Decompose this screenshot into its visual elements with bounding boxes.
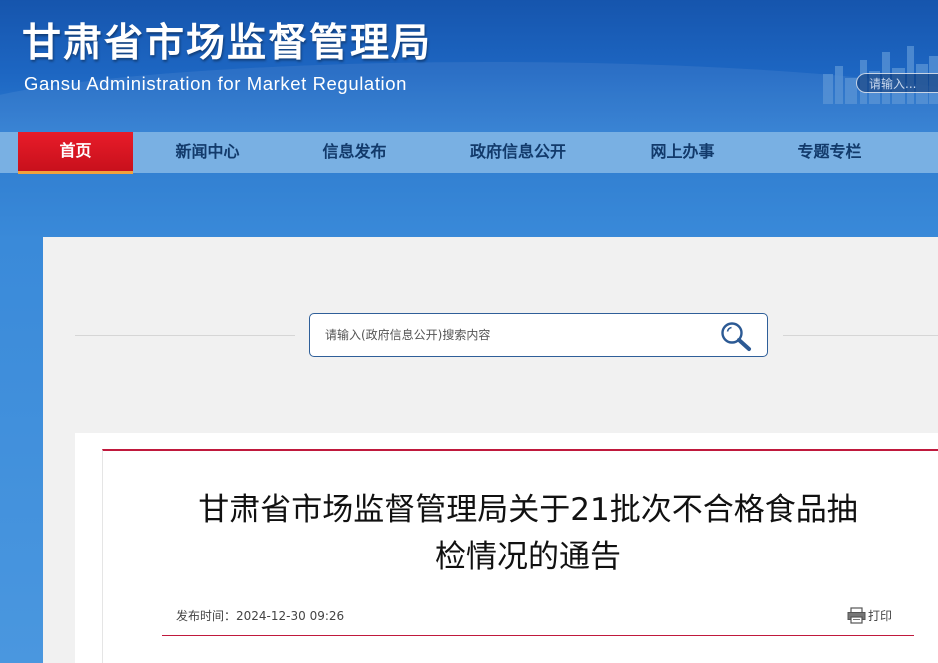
main-nav: 首页 新闻中心 信息发布 政府信息公开 网上办事 专题专栏 <box>0 132 938 174</box>
nav-item-online-services[interactable]: 网上办事 <box>630 132 735 173</box>
site-title-english: Gansu Administration for Market Regulati… <box>24 73 408 94</box>
nav-item-gov-info-disclosure[interactable]: 政府信息公开 <box>458 132 578 173</box>
search-divider-right <box>783 335 938 336</box>
search-divider-left <box>75 335 295 336</box>
search-input[interactable]: 请输入(政府信息公开)搜索内容 <box>325 327 490 343</box>
nav-item-home[interactable]: 首页 <box>18 132 133 174</box>
magnifier-icon[interactable] <box>719 320 753 352</box>
publish-time-value: 2024-12-30 09:26 <box>236 609 345 623</box>
article-title: 甘肃省市场监督管理局关于21批次不合格食品抽 检情况的通告 <box>143 487 913 581</box>
header-search-input[interactable]: 请输入... <box>856 73 938 93</box>
publish-time: 发布时间：2024-12-30 09:26 <box>176 607 344 624</box>
article-header-rule <box>162 635 914 636</box>
site-title-chinese[interactable]: 甘肃省市场监督管理局 <box>22 20 432 68</box>
article-title-line-2: 检情况的通告 <box>435 539 621 575</box>
article-card: 甘肃省市场监督管理局关于21批次不合格食品抽 检情况的通告 发布时间：2024-… <box>102 449 938 663</box>
article-title-line-1: 甘肃省市场监督管理局关于21批次不合格食品抽 <box>198 492 858 528</box>
site-header: 甘肃省市场监督管理局 Gansu Administration for Mark… <box>0 0 938 132</box>
city-skyline-decoration <box>823 46 938 104</box>
print-label: 打印 <box>868 609 893 623</box>
printer-icon <box>847 607 866 624</box>
content-panel: 请输入(政府信息公开)搜索内容 甘肃省市场监督管理局关于21批次不合格食品抽 检… <box>43 237 938 663</box>
nav-item-special-topics[interactable]: 专题专栏 <box>777 132 882 173</box>
nav-item-news-center[interactable]: 新闻中心 <box>155 132 260 173</box>
print-button[interactable]: 打印 <box>847 607 892 624</box>
nav-item-info-release[interactable]: 信息发布 <box>302 132 407 173</box>
article-container: 甘肃省市场监督管理局关于21批次不合格食品抽 检情况的通告 发布时间：2024-… <box>75 433 938 663</box>
publish-time-label: 发布时间： <box>176 609 237 623</box>
gov-info-search-box[interactable]: 请输入(政府信息公开)搜索内容 <box>309 313 768 357</box>
